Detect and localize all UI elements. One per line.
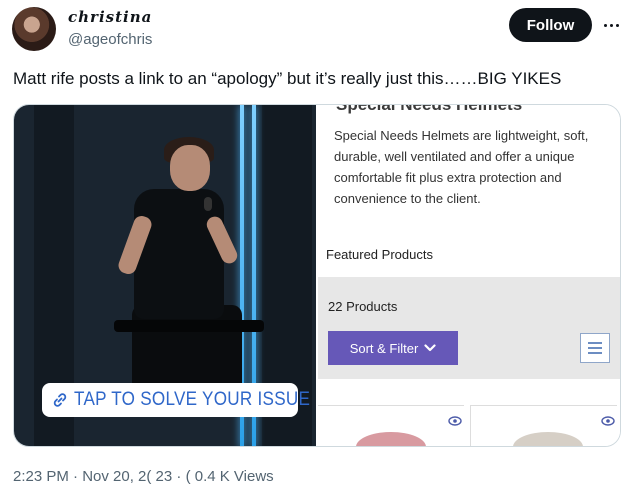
tweet-text: Matt rife posts a link to an “apology” b… <box>13 69 562 88</box>
helmet-image <box>356 432 426 446</box>
ellipsis-icon[interactable] <box>599 15 623 35</box>
sort-filter-button[interactable]: Sort & Filter <box>328 331 458 365</box>
shop-screenshot[interactable]: Special Needs Helmets Special Needs Helm… <box>318 104 620 446</box>
sort-filter-label: Sort & Filter <box>349 340 419 356</box>
chevron-down-icon <box>424 341 436 356</box>
hamburger-menu-icon[interactable] <box>580 333 610 363</box>
product-count: 22 Products <box>328 299 398 314</box>
display-name[interactable]: christina <box>68 8 152 26</box>
avatar[interactable] <box>12 7 56 51</box>
user-handle[interactable]: @ageofchris <box>68 31 152 48</box>
follow-button[interactable]: Follow <box>509 8 592 42</box>
link-icon <box>52 392 68 408</box>
filter-bar: 22 Products Sort & Filter <box>318 277 620 379</box>
tweet-media[interactable]: TAP TO SOLVE YOUR ISSUE Special Needs He… <box>13 104 621 447</box>
product-card[interactable] <box>470 405 617 446</box>
link-sticker[interactable]: TAP TO SOLVE YOUR ISSUE <box>42 383 310 417</box>
tweet-timestamp[interactable]: 2:23 PM · Nov 20, 2( 23 · ( 0.4 K Views <box>13 468 274 485</box>
product-grid <box>318 405 620 446</box>
shop-description: Special Needs Helmets are lightweight, s… <box>334 128 589 206</box>
product-card[interactable] <box>318 405 464 446</box>
helmet-image <box>513 432 583 446</box>
sticker-label: TAP TO SOLVE YOUR ISSUE <box>74 389 311 410</box>
featured-products-label: Featured Products <box>326 247 433 262</box>
eye-icon[interactable] <box>601 416 615 426</box>
performer-photo[interactable]: TAP TO SOLVE YOUR ISSUE <box>14 105 316 446</box>
eye-icon[interactable] <box>448 416 462 426</box>
shop-title: Special Needs Helmets <box>336 104 523 114</box>
